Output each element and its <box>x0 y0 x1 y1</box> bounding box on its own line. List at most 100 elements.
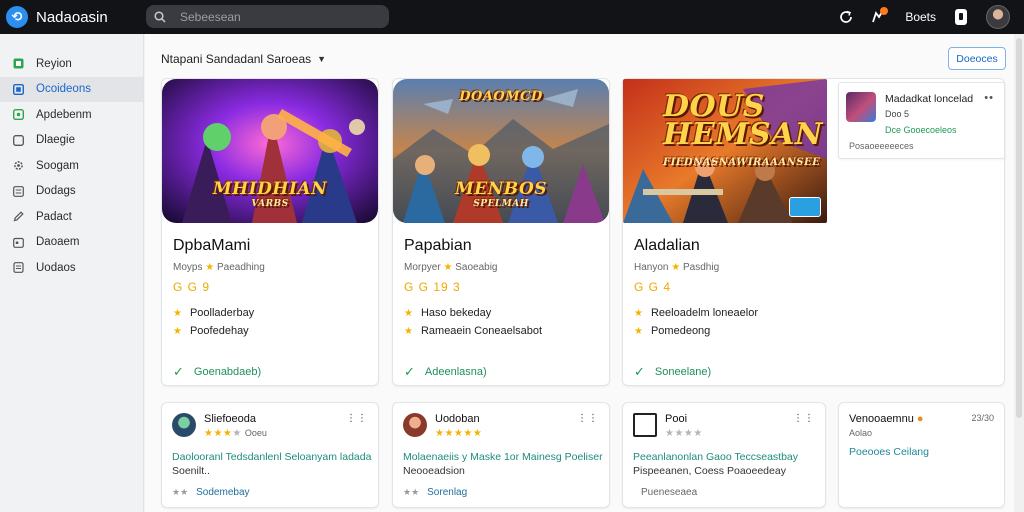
sidebar-item-label: Daoaem <box>36 236 80 248</box>
game-cta-link[interactable]: ✓ Goenabdaeb) <box>173 364 261 380</box>
action-button[interactable]: Doeoces <box>948 47 1006 70</box>
review-card[interactable]: Pooi ★★★★ ⋮⋮ Peeanlanonlan Gaoo Teccseas… <box>622 402 826 508</box>
gear-icon <box>12 160 24 172</box>
review-card[interactable]: Uodoban ★★★★★ ⋮⋮ Molaenaeiis y Maske 1or… <box>392 402 610 508</box>
square-check-icon <box>12 58 24 70</box>
review-footer-text: Sodemebay <box>196 487 250 498</box>
check-icon: ✓ <box>173 364 184 379</box>
more-options-icon[interactable]: •• <box>984 92 994 104</box>
game-artwork[interactable]: MHIDHIAN VARBS <box>162 79 378 223</box>
review-stars-label: Ooeu <box>244 428 267 438</box>
game-title[interactable]: Aladalian <box>634 237 700 255</box>
review-footer-link[interactable]: Pueneseaea <box>633 487 697 498</box>
review-stars-empty: ★ <box>232 428 242 439</box>
refresh-icon[interactable] <box>835 6 857 28</box>
mini-card-subtitle: Doo 5 <box>885 109 910 119</box>
review-stars: ★★★★ <box>665 428 706 439</box>
game-cta-text: Adeenlasna) <box>424 366 487 378</box>
more-options-icon[interactable]: ⋮⋮ <box>346 413 368 424</box>
game-cta-link[interactable]: ✓ Soneelane) <box>634 364 711 380</box>
scrollbar[interactable] <box>1014 34 1024 512</box>
scrollbar-thumb[interactable] <box>1016 38 1022 418</box>
review-author: Pooi <box>665 413 688 425</box>
search-bar[interactable] <box>146 5 389 28</box>
avatar <box>172 413 196 437</box>
game-feature: ★ Rameaein Coneaelsabot <box>404 325 542 337</box>
star-icon: ★ <box>404 325 413 337</box>
review-link[interactable]: Poeooes Ceilang <box>849 445 1024 459</box>
sidebar-item-label: Reyion <box>36 57 72 70</box>
review-stars: ★★★★ Ooeu <box>204 428 267 439</box>
game-feature-text: Reeloadelm loneaelor <box>650 307 758 319</box>
review-footer-text: Pueneseaea <box>641 487 698 498</box>
pen-icon <box>12 211 24 223</box>
review-card[interactable]: Venooaemnu ● Aolao 23/30 Poeooes Ceilang <box>838 402 1005 508</box>
star-icon: ★ <box>404 307 413 319</box>
game-feature-text: Haso bekeday <box>420 307 492 319</box>
game-cta-link[interactable]: ✓ Adeenlasna) <box>404 364 487 380</box>
notification-badge <box>880 7 889 15</box>
sidebar-item-label: Uodaos <box>36 261 76 274</box>
document-icon <box>12 262 24 274</box>
review-stars-filled: ★★★ <box>204 428 233 439</box>
device-icon[interactable] <box>950 6 972 28</box>
game-feature: ★ Pomedeong <box>634 325 710 337</box>
sidebar-item-reyion[interactable]: Reyion <box>0 51 143 76</box>
star-icon: ★ <box>205 262 215 273</box>
review-text-line: Peeanlanonlan Gaoo Teccseastbay <box>633 451 799 463</box>
check-icon: ✓ <box>634 364 645 379</box>
game-title[interactable]: DpbaMami <box>173 237 250 255</box>
review-stars-empty: ★★★★ <box>665 428 703 439</box>
review-footer-text: Sorenlag <box>427 487 468 498</box>
sidebar-item-label: Apdebenm <box>36 108 92 121</box>
review-text-line: Molaenaeiis y Maske 1or Mainesg Poeliser <box>403 451 603 463</box>
star-icon: ★★ <box>403 487 420 497</box>
review-author: Venooaemnu ● <box>849 413 924 425</box>
game-card[interactable]: MHIDHIAN VARBS DpbaMami Moyps ★ Paeadhing… <box>161 78 379 386</box>
game-meta-suffix: Paeadhing <box>216 262 265 273</box>
sidebar-item-dlaegie[interactable]: Dlaegie <box>0 128 143 153</box>
sort-dropdown[interactable]: Ntapani Sandadanl Saroeas ▼ <box>161 52 326 66</box>
top-nav-link[interactable]: Boets <box>905 10 936 24</box>
notification-icon[interactable] <box>867 6 889 28</box>
game-artwork[interactable]: DOUS HEMSAN FIEDNASNAWIRAAANSEE <box>623 79 827 223</box>
more-options-icon[interactable]: ⋮⋮ <box>793 413 815 424</box>
search-input[interactable] <box>180 9 370 24</box>
game-feature-text: Poofedehay <box>189 325 249 337</box>
sidebar-item-dodags[interactable]: Dodags <box>0 179 143 204</box>
sidebar-item-uodaos[interactable]: Uodaos <box>0 255 143 280</box>
featured-mini-card[interactable]: Madadkat loncelad Doo 5 Dce Gooecoeleos … <box>838 82 1005 159</box>
star-icon: ★ <box>443 262 453 273</box>
app-logo-icon[interactable]: ⟲ <box>6 6 28 28</box>
star-icon: ★ <box>173 307 182 319</box>
review-footer-link[interactable]: ★★ Sodemebay <box>172 487 250 498</box>
user-avatar[interactable] <box>986 5 1010 29</box>
review-footer-link[interactable]: ★★ Sorenlag <box>403 487 467 498</box>
mini-card-link[interactable]: Dce Gooecoeleos <box>885 125 957 135</box>
square-outline-icon <box>12 134 24 146</box>
check-icon: ✓ <box>404 364 415 379</box>
game-logo-text: DOUS HEMSAN <box>663 89 823 152</box>
review-stars: Aolao <box>849 428 872 439</box>
game-feature: ★ Poofedehay <box>173 325 249 337</box>
game-logo-subtext: VARBS <box>251 199 289 209</box>
sidebar-item-label: Soogam <box>36 159 79 172</box>
game-meta-suffix: Saoeabig <box>455 262 498 273</box>
game-title[interactable]: Papabian <box>404 237 472 255</box>
review-card[interactable]: Sliefoeoda ★★★★ Ooeu ⋮⋮ Daolooranl Tedsda… <box>161 402 379 508</box>
sidebar-item-apdebenm[interactable]: Apdebenm <box>0 102 143 127</box>
star-icon: ★ <box>634 325 643 337</box>
more-options-icon[interactable]: ⋮⋮ <box>577 413 599 424</box>
game-feature: ★ Haso bekeday <box>404 307 491 319</box>
game-card[interactable]: DOAOMCD MENBOS SPELMAH Papabian Morpyer ★… <box>392 78 610 386</box>
sidebar-item-soogam[interactable]: Soogam <box>0 153 143 178</box>
game-logo-subtext: FIEDNASNAWIRAAANSEE <box>663 157 821 168</box>
sidebar-item-daoaem[interactable]: Daoaem <box>0 230 143 255</box>
sort-label: Ntapani Sandadanl Saroeas <box>161 52 312 66</box>
game-logo: MHIDHIAN VARBS <box>162 179 378 209</box>
sidebar-item-padact[interactable]: Padact <box>0 204 143 229</box>
sidebar-item-ocoideons[interactable]: Ocoideons <box>0 76 143 102</box>
game-artwork[interactable]: DOAOMCD MENBOS SPELMAH <box>393 79 609 223</box>
star-icon: ★★ <box>172 487 189 497</box>
game-logo-text: MHIDHIAN <box>212 179 328 199</box>
